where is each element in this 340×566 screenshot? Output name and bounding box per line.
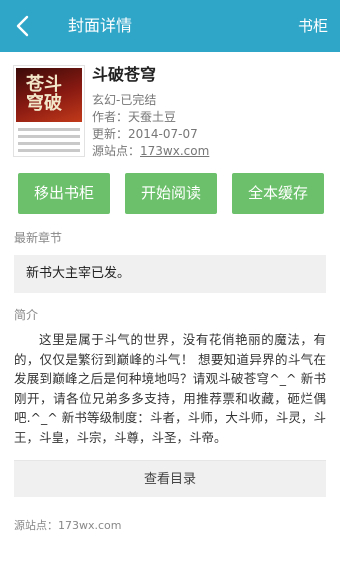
latest-chapter-label: 最新章节 (14, 231, 63, 245)
book-info: 斗破苍穹 玄幻-已完结 作者：天蚕土豆 更新：2014-07-07 源站点：17… (92, 64, 328, 160)
intro-label: 简介 (14, 308, 39, 322)
book-author: 作者：天蚕土豆 (92, 110, 177, 124)
book-category: 玄幻-已完结 (92, 93, 157, 107)
view-catalog-button[interactable]: 查看目录 (14, 460, 326, 497)
cache-all-button[interactable]: 全本缓存 (232, 173, 324, 214)
cover-art: 斗破苍穹 (16, 68, 82, 122)
top-bar: 封面详情 书柜 (0, 0, 340, 52)
back-arrow-icon[interactable] (12, 14, 36, 38)
book-source-link[interactable]: 173wx.com (140, 144, 209, 158)
start-reading-button[interactable]: 开始阅读 (125, 173, 217, 214)
remove-from-shelf-button[interactable]: 移出书柜 (18, 173, 110, 214)
cover-blurb (18, 128, 80, 156)
footer-source: 源站点：173wx.com (14, 519, 122, 532)
latest-chapter-item[interactable]: 新书大主宰已发。 (14, 255, 326, 293)
book-title: 斗破苍穹 (92, 65, 157, 84)
cover-title-art: 斗破苍穹 (23, 74, 62, 112)
book-source: 源站点：173wx.com (92, 143, 328, 160)
book-cover[interactable]: 斗破苍穹 (14, 66, 84, 156)
intro-text: 这里是属于斗气的世界，没有花俏艳丽的魔法，有的，仅仅是繁衍到巅峰的斗气！ 想要知… (14, 332, 326, 445)
book-source-label: 源站点： (92, 144, 141, 158)
book-updated: 更新：2014-07-07 (92, 127, 198, 141)
bookshelf-link[interactable]: 书柜 (298, 15, 328, 37)
page-title: 封面详情 (68, 16, 133, 35)
